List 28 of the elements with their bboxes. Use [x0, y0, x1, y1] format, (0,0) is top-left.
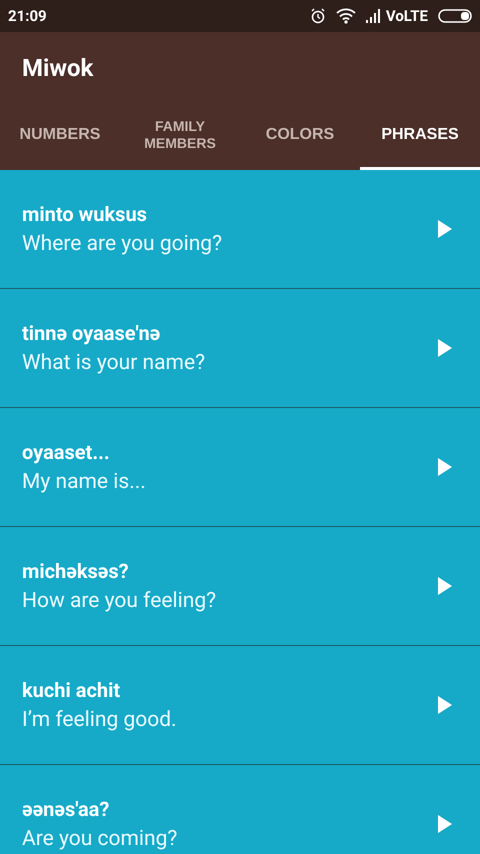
english-translation: I’m feeling good.	[22, 708, 178, 732]
play-icon[interactable]	[438, 577, 452, 595]
english-translation: What is your name?	[22, 351, 206, 375]
english-translation: How are you feeling?	[22, 589, 218, 613]
english-translation: Where are you going?	[22, 232, 224, 256]
wifi-icon	[336, 8, 356, 24]
alarm-clock-icon	[310, 8, 326, 24]
app-title: Miwok	[21, 53, 94, 84]
miwok-phrase: michəksəs?	[22, 559, 130, 583]
network-type: VoLTE	[386, 7, 428, 25]
signal-icon	[366, 9, 382, 23]
miwok-phrase: tinnə oyaase'nə	[22, 321, 162, 345]
play-icon[interactable]	[438, 815, 452, 833]
miwok-phrase: əənəs'aa?	[22, 797, 110, 821]
clock-time: 21:09	[8, 7, 47, 25]
tab[interactable]: COLORS	[240, 88, 360, 170]
tab[interactable]: NUMBERS	[0, 88, 120, 170]
tab[interactable]: FAMILY MEMBERS	[120, 88, 240, 170]
play-icon[interactable]	[438, 339, 452, 357]
play-icon[interactable]	[438, 696, 452, 714]
play-icon[interactable]	[438, 458, 452, 476]
english-translation: Are you coming?	[22, 827, 178, 851]
miwok-phrase: minto wuksus	[22, 202, 148, 226]
miwok-phrase: oyaaset...	[22, 440, 111, 464]
play-icon[interactable]	[438, 220, 452, 238]
english-translation: My name is...	[22, 470, 147, 494]
battery-icon	[438, 9, 472, 23]
miwok-phrase: kuchi achit	[22, 678, 122, 702]
